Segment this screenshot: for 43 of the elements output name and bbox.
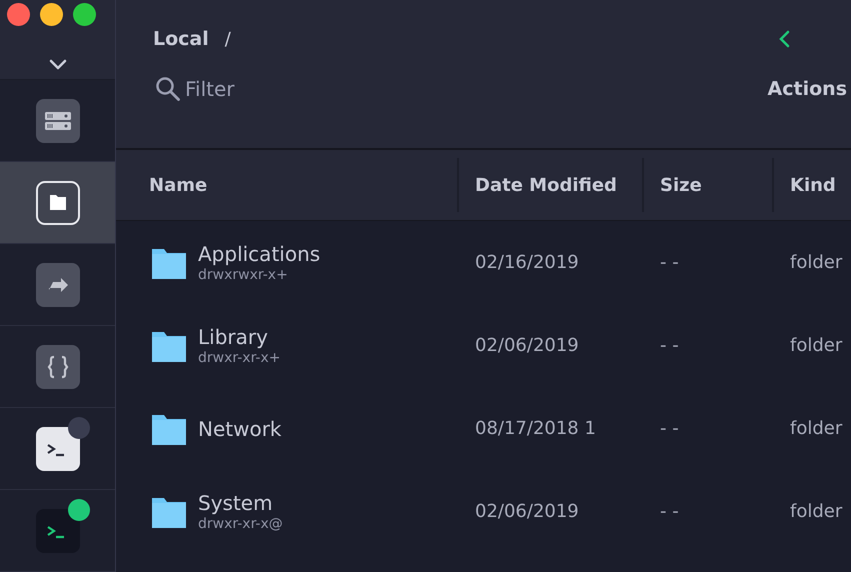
server-icon xyxy=(36,98,80,142)
actions-button[interactable]: Actions xyxy=(768,78,847,100)
filter-field[interactable]: Filter xyxy=(185,77,305,101)
terminal-icon xyxy=(36,426,80,470)
breadcrumb-location[interactable]: Local xyxy=(153,28,209,50)
file-kind: folder xyxy=(790,335,842,356)
date-modified: 08/17/2018 1 xyxy=(475,418,596,439)
file-name: System xyxy=(198,491,274,515)
breadcrumb-separator: / xyxy=(224,28,231,50)
file-permissions: drwxr-xr-x@ xyxy=(198,516,283,532)
file-permissions: drwxr-xr-x+ xyxy=(198,350,281,366)
zoom-window-button[interactable] xyxy=(73,3,96,26)
folder-icon xyxy=(36,180,80,224)
file-size: - - xyxy=(660,418,679,439)
date-modified: 02/16/2019 xyxy=(475,252,579,273)
terminal-icon xyxy=(36,508,80,552)
file-size: - - xyxy=(660,252,679,273)
sidebar-item[interactable] xyxy=(0,162,115,244)
file-size: - - xyxy=(660,335,679,356)
date-modified: 02/06/2019 xyxy=(475,501,579,522)
file-permissions: drwxrwxr-x+ xyxy=(198,267,289,283)
chevron-down-icon[interactable] xyxy=(48,59,66,71)
file-name: Applications xyxy=(198,242,320,266)
back-icon[interactable] xyxy=(776,30,791,48)
column-header[interactable]: Size xyxy=(644,158,774,212)
folder-icon xyxy=(152,496,186,528)
search-icon xyxy=(155,76,181,102)
folder-icon xyxy=(152,412,186,444)
column-header[interactable]: Kind xyxy=(774,158,851,212)
minimize-window-button[interactable] xyxy=(40,3,63,26)
column-header[interactable]: Name xyxy=(116,158,459,212)
folder-icon xyxy=(152,330,186,362)
close-window-button[interactable] xyxy=(7,3,30,26)
file-kind: folder xyxy=(790,501,842,522)
folder-icon xyxy=(152,246,186,278)
file-name: Library xyxy=(198,325,269,349)
column-header[interactable]: Date Modified xyxy=(459,158,644,212)
file-kind: folder xyxy=(790,252,842,273)
file-name: Network xyxy=(198,416,282,440)
file-size: - - xyxy=(660,501,679,522)
curly-braces-icon xyxy=(36,344,80,388)
file-kind: folder xyxy=(790,418,842,439)
date-modified: 02/06/2019 xyxy=(475,335,579,356)
